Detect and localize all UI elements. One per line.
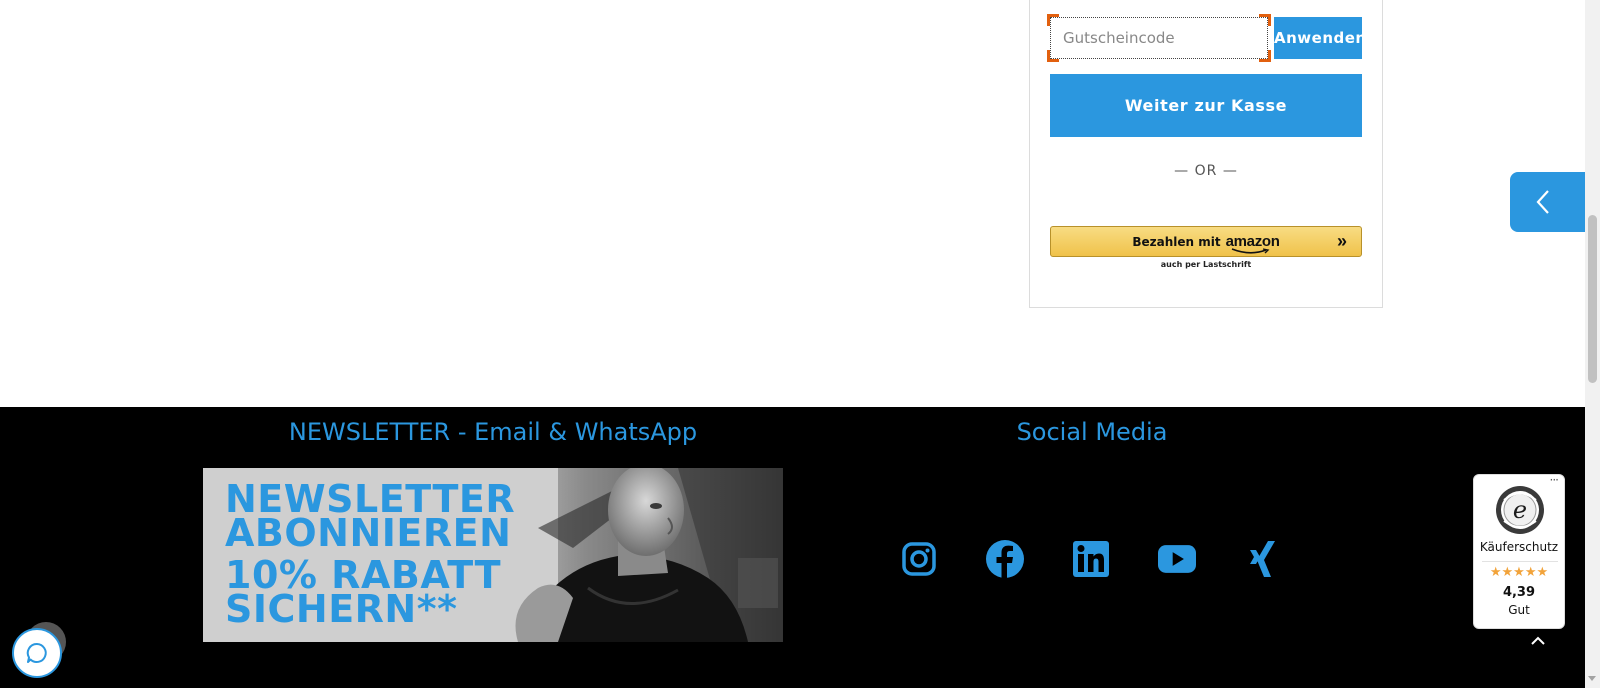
chat-widget (12, 622, 68, 678)
banner-line: ABONNIEREN (225, 511, 512, 555)
instagram-icon[interactable] (900, 540, 938, 578)
cart-summary-panel: Anwenden Weiter zur Kasse — OR — Bezahle… (1029, 0, 1383, 308)
chat-button[interactable] (12, 628, 62, 678)
trusted-shops-badge[interactable]: ··· e Käuferschutz ★★★★★ 4,39 Gut (1473, 473, 1565, 629)
focus-ring-corner (1259, 14, 1271, 26)
rating-stars: ★★★★★ (1489, 565, 1549, 580)
youtube-icon[interactable] (1158, 540, 1196, 578)
newsletter-banner[interactable]: NEWSLETTER ABONNIEREN 10% RABATT SICHERN… (203, 468, 783, 642)
linkedin-icon[interactable] (1072, 540, 1110, 578)
checkout-button[interactable]: Weiter zur Kasse (1050, 74, 1362, 137)
chevron-left-icon (1536, 190, 1549, 214)
scroll-to-top-button[interactable] (1528, 631, 1548, 651)
svg-text:e: e (1513, 496, 1527, 524)
amazon-pay-label: Bezahlen mit (1132, 234, 1221, 249)
scroll-down-arrow-icon[interactable] (1588, 676, 1596, 681)
banner-line: SICHERN** (225, 587, 458, 631)
amazon-sub-label: auch per Lastschrift (1160, 260, 1252, 269)
chevron-up-icon (1531, 636, 1545, 645)
newsletter-banner-text: NEWSLETTER ABONNIEREN 10% RABATT SICHERN… (225, 480, 515, 631)
scrollbar-thumb[interactable] (1588, 215, 1597, 383)
apply-coupon-button[interactable]: Anwenden (1274, 17, 1366, 59)
amazon-smile-icon (1231, 248, 1270, 254)
facebook-icon[interactable] (986, 540, 1024, 578)
badge-divider (1482, 561, 1558, 562)
badge-title: Käuferschutz (1479, 540, 1559, 554)
athlete-photo (478, 468, 783, 642)
social-icons-row (900, 540, 1282, 578)
coupon-row: Anwenden (1047, 14, 1366, 62)
focus-ring-corner (1047, 14, 1059, 26)
scrollbar[interactable] (1585, 0, 1600, 688)
coupon-code-input[interactable] (1050, 17, 1268, 59)
rating-score: 4,39 (1502, 585, 1536, 600)
xing-icon[interactable] (1244, 540, 1282, 578)
or-separator: — OR — (1174, 163, 1238, 179)
social-media-heading: Social Media (1016, 418, 1168, 446)
newsletter-heading: NEWSLETTER - Email & WhatsApp (288, 418, 698, 446)
page: Anwenden Weiter zur Kasse — OR — Bezahle… (0, 0, 1600, 688)
trusted-shops-seal-icon: e (1496, 486, 1544, 534)
amazon-pay-button[interactable]: Bezahlen mit amazon » (1050, 226, 1362, 257)
focus-ring-corner (1047, 50, 1059, 62)
double-chevron-icon: » (1336, 231, 1347, 251)
focus-ring-corner (1259, 50, 1271, 62)
rating-grade: Gut (1508, 603, 1530, 617)
badge-menu-icon[interactable]: ··· (1550, 473, 1560, 487)
chat-bubble-icon (26, 642, 47, 663)
footer: NEWSLETTER - Email & WhatsApp Social Med… (0, 407, 1585, 688)
side-panel-toggle[interactable] (1510, 172, 1586, 232)
amazon-logo: amazon (1226, 233, 1280, 254)
coupon-input-wrap (1047, 14, 1271, 62)
